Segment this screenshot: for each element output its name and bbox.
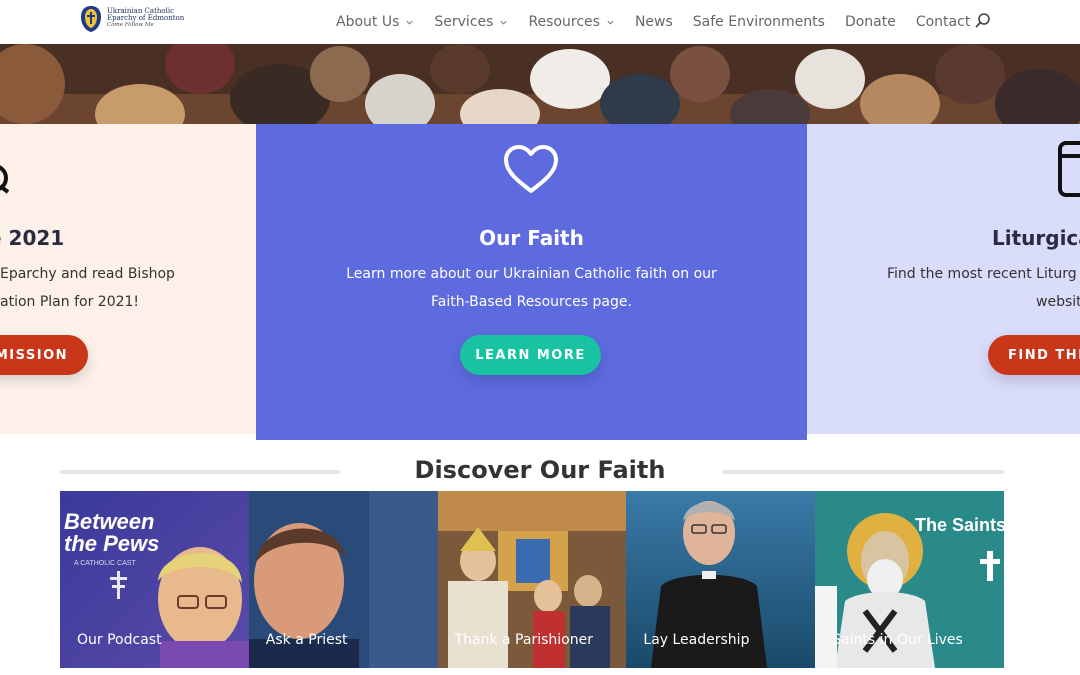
tile-label: Our Podcast [77,632,162,648]
tile-saints-in-our-lives[interactable]: The Saints In Saints in Our Lives [815,491,1004,668]
mission-button[interactable]: MISSION [0,335,88,375]
nav-label: Donate [844,14,896,30]
tile-our-podcast[interactable]: Between the Pews A CATHOLIC CAST Our Pod… [60,491,249,668]
tile-thank-a-parishioner[interactable]: Thank a Parishioner [437,491,627,668]
nav-donate[interactable]: Donate [845,14,896,30]
tile-label: Ask a Priest [265,632,348,648]
card-title: Our Faith [479,226,584,250]
card-title: Liturgica [992,226,1080,250]
feature-cards: e 2021 Eparchy and read Bishop ation Pla… [0,124,1080,440]
site-header: Ukrainian Catholic Eparchy of Edmonton C… [0,0,1080,44]
learn-more-button[interactable]: LEARN MORE [460,335,601,375]
card-description-line: Find the most recent Liturg [887,266,1077,282]
nav-contact[interactable]: Contact [916,14,970,30]
chevron-down-icon [406,20,414,25]
card-description-line: Faith-Based Resources page. [431,294,632,310]
nav-resources[interactable]: Resources [528,14,615,30]
main-nav: About Us Services Resources News Safe En… [336,12,990,32]
card-description-line: Learn more about our Ukrainian Catholic … [346,266,717,282]
card-description-line: ation Plan for 2021! [0,294,140,310]
card-description-line: Eparchy and read Bishop [0,266,175,282]
card-liturgical: Liturgica Find the most recent Liturg we… [807,124,1080,434]
heart-icon [504,145,558,193]
nav-services[interactable]: Services [434,14,508,30]
nav-label: Safe Environments [692,14,825,30]
logo-text: Ukrainian Catholic Eparchy of Edmonton C… [107,8,184,29]
nav-label: About Us [336,14,400,30]
tile-label: Saints in Our Lives [832,632,963,648]
chevron-down-icon [500,20,508,25]
nav-label: Resources [528,14,600,30]
nav-safe-environments[interactable]: Safe Environments [693,14,825,30]
nav-label: Contact [915,14,971,30]
card-our-faith: Our Faith Learn more about our Ukrainian… [256,124,807,440]
discover-tiles: Between the Pews A CATHOLIC CAST Our Pod… [60,491,1004,668]
chevron-down-icon [607,20,614,25]
find-button[interactable]: FIND THE [988,335,1080,375]
calendar-icon [1058,141,1080,197]
nav-label: News [634,14,673,30]
card-title: e 2021 [0,226,65,250]
eparchy-logo[interactable]: Ukrainian Catholic Eparchy of Edmonton C… [80,5,184,35]
eparchy-seal-icon [81,6,101,32]
saints-overlay-title: The Saints In [915,515,1004,535]
tile-label: Thank a Parishioner [454,632,593,648]
tile-lay-leadership[interactable]: Lay Leadership [626,491,816,668]
tile-label: Lay Leadership [643,632,750,648]
logo-line-2: Eparchy of Edmonton [107,14,185,22]
congregation-photo [0,44,1080,124]
card-plan-2021: e 2021 Eparchy and read Bishop ation Pla… [0,124,256,434]
search-icon[interactable] [974,12,992,30]
tile-ask-a-priest[interactable]: Ask a Priest [248,491,438,668]
logo-motto: Come Follow Me [107,22,154,28]
chat-bubble-icon [0,165,10,194]
section-title: Discover Our Faith [414,456,666,484]
nav-about-us[interactable]: About Us [336,14,414,30]
nav-label: Services [434,14,494,30]
card-description-line: websit [1036,294,1080,310]
podcast-subtitle: A CATHOLIC CAST [74,560,136,567]
nav-news[interactable]: News [635,14,673,30]
podcast-title-line: the Pews [64,531,159,556]
hero-photo [0,44,1080,124]
